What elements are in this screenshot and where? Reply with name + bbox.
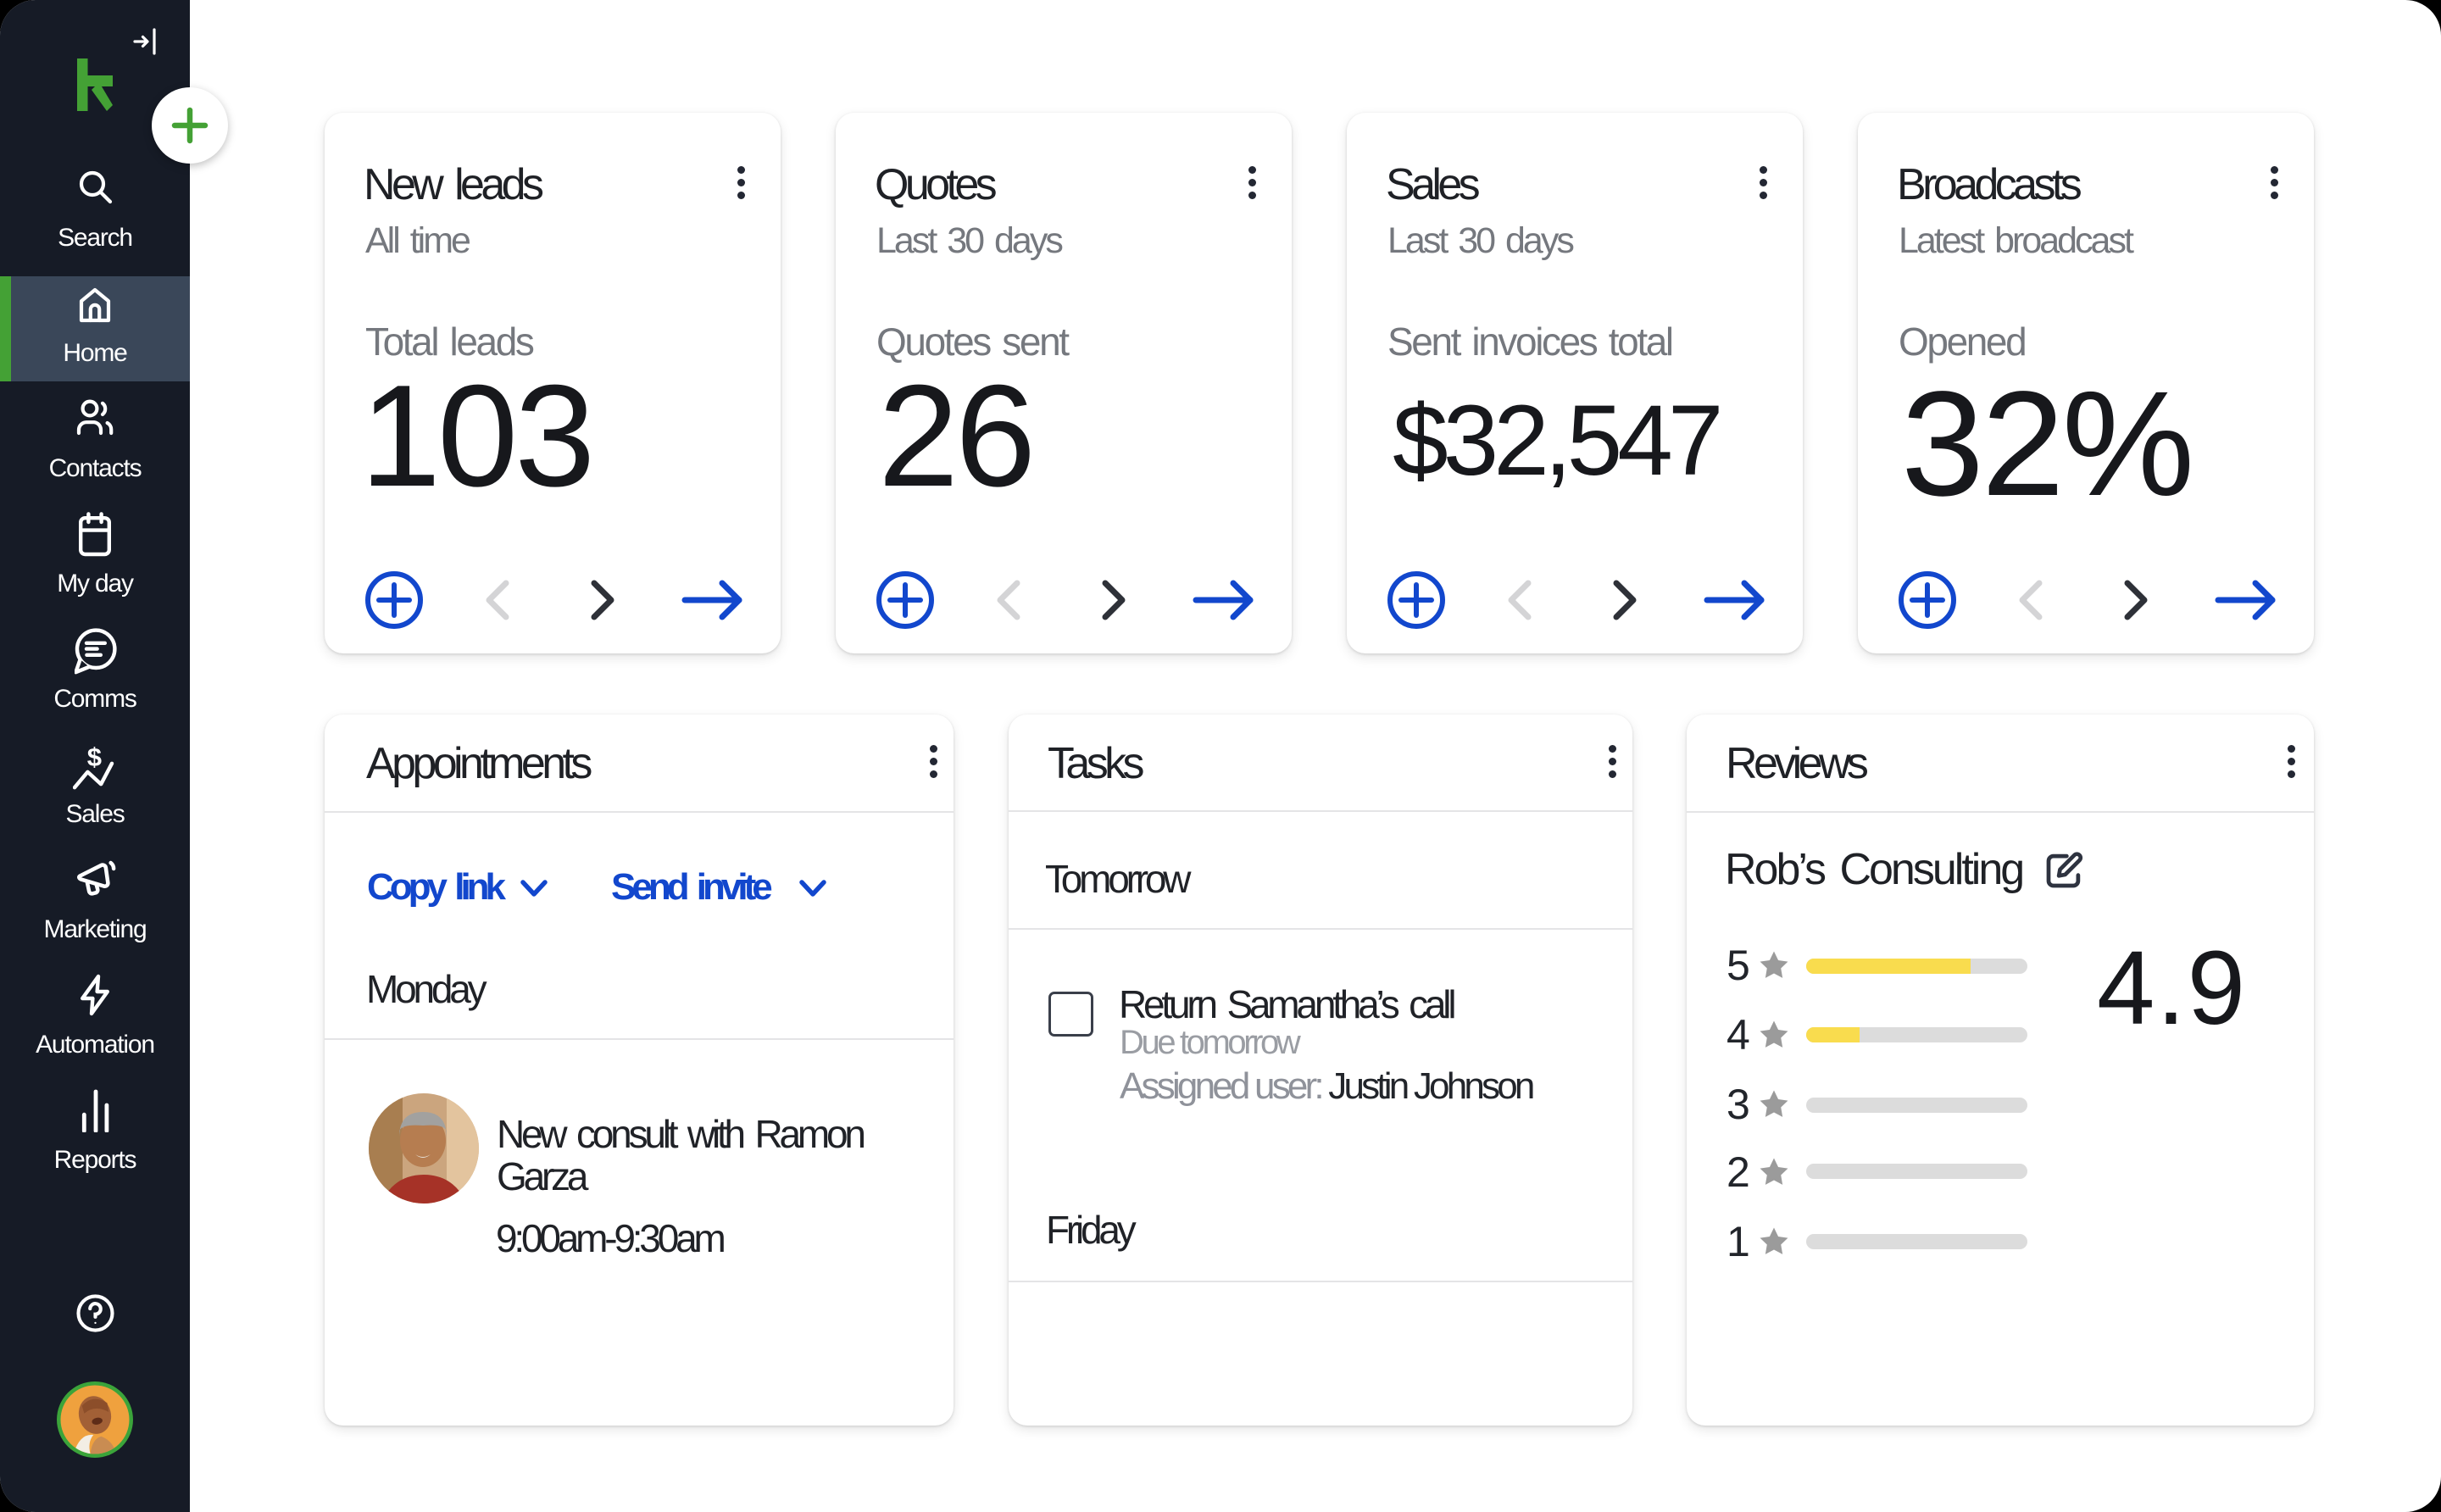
svg-text:$: $ <box>87 742 102 772</box>
